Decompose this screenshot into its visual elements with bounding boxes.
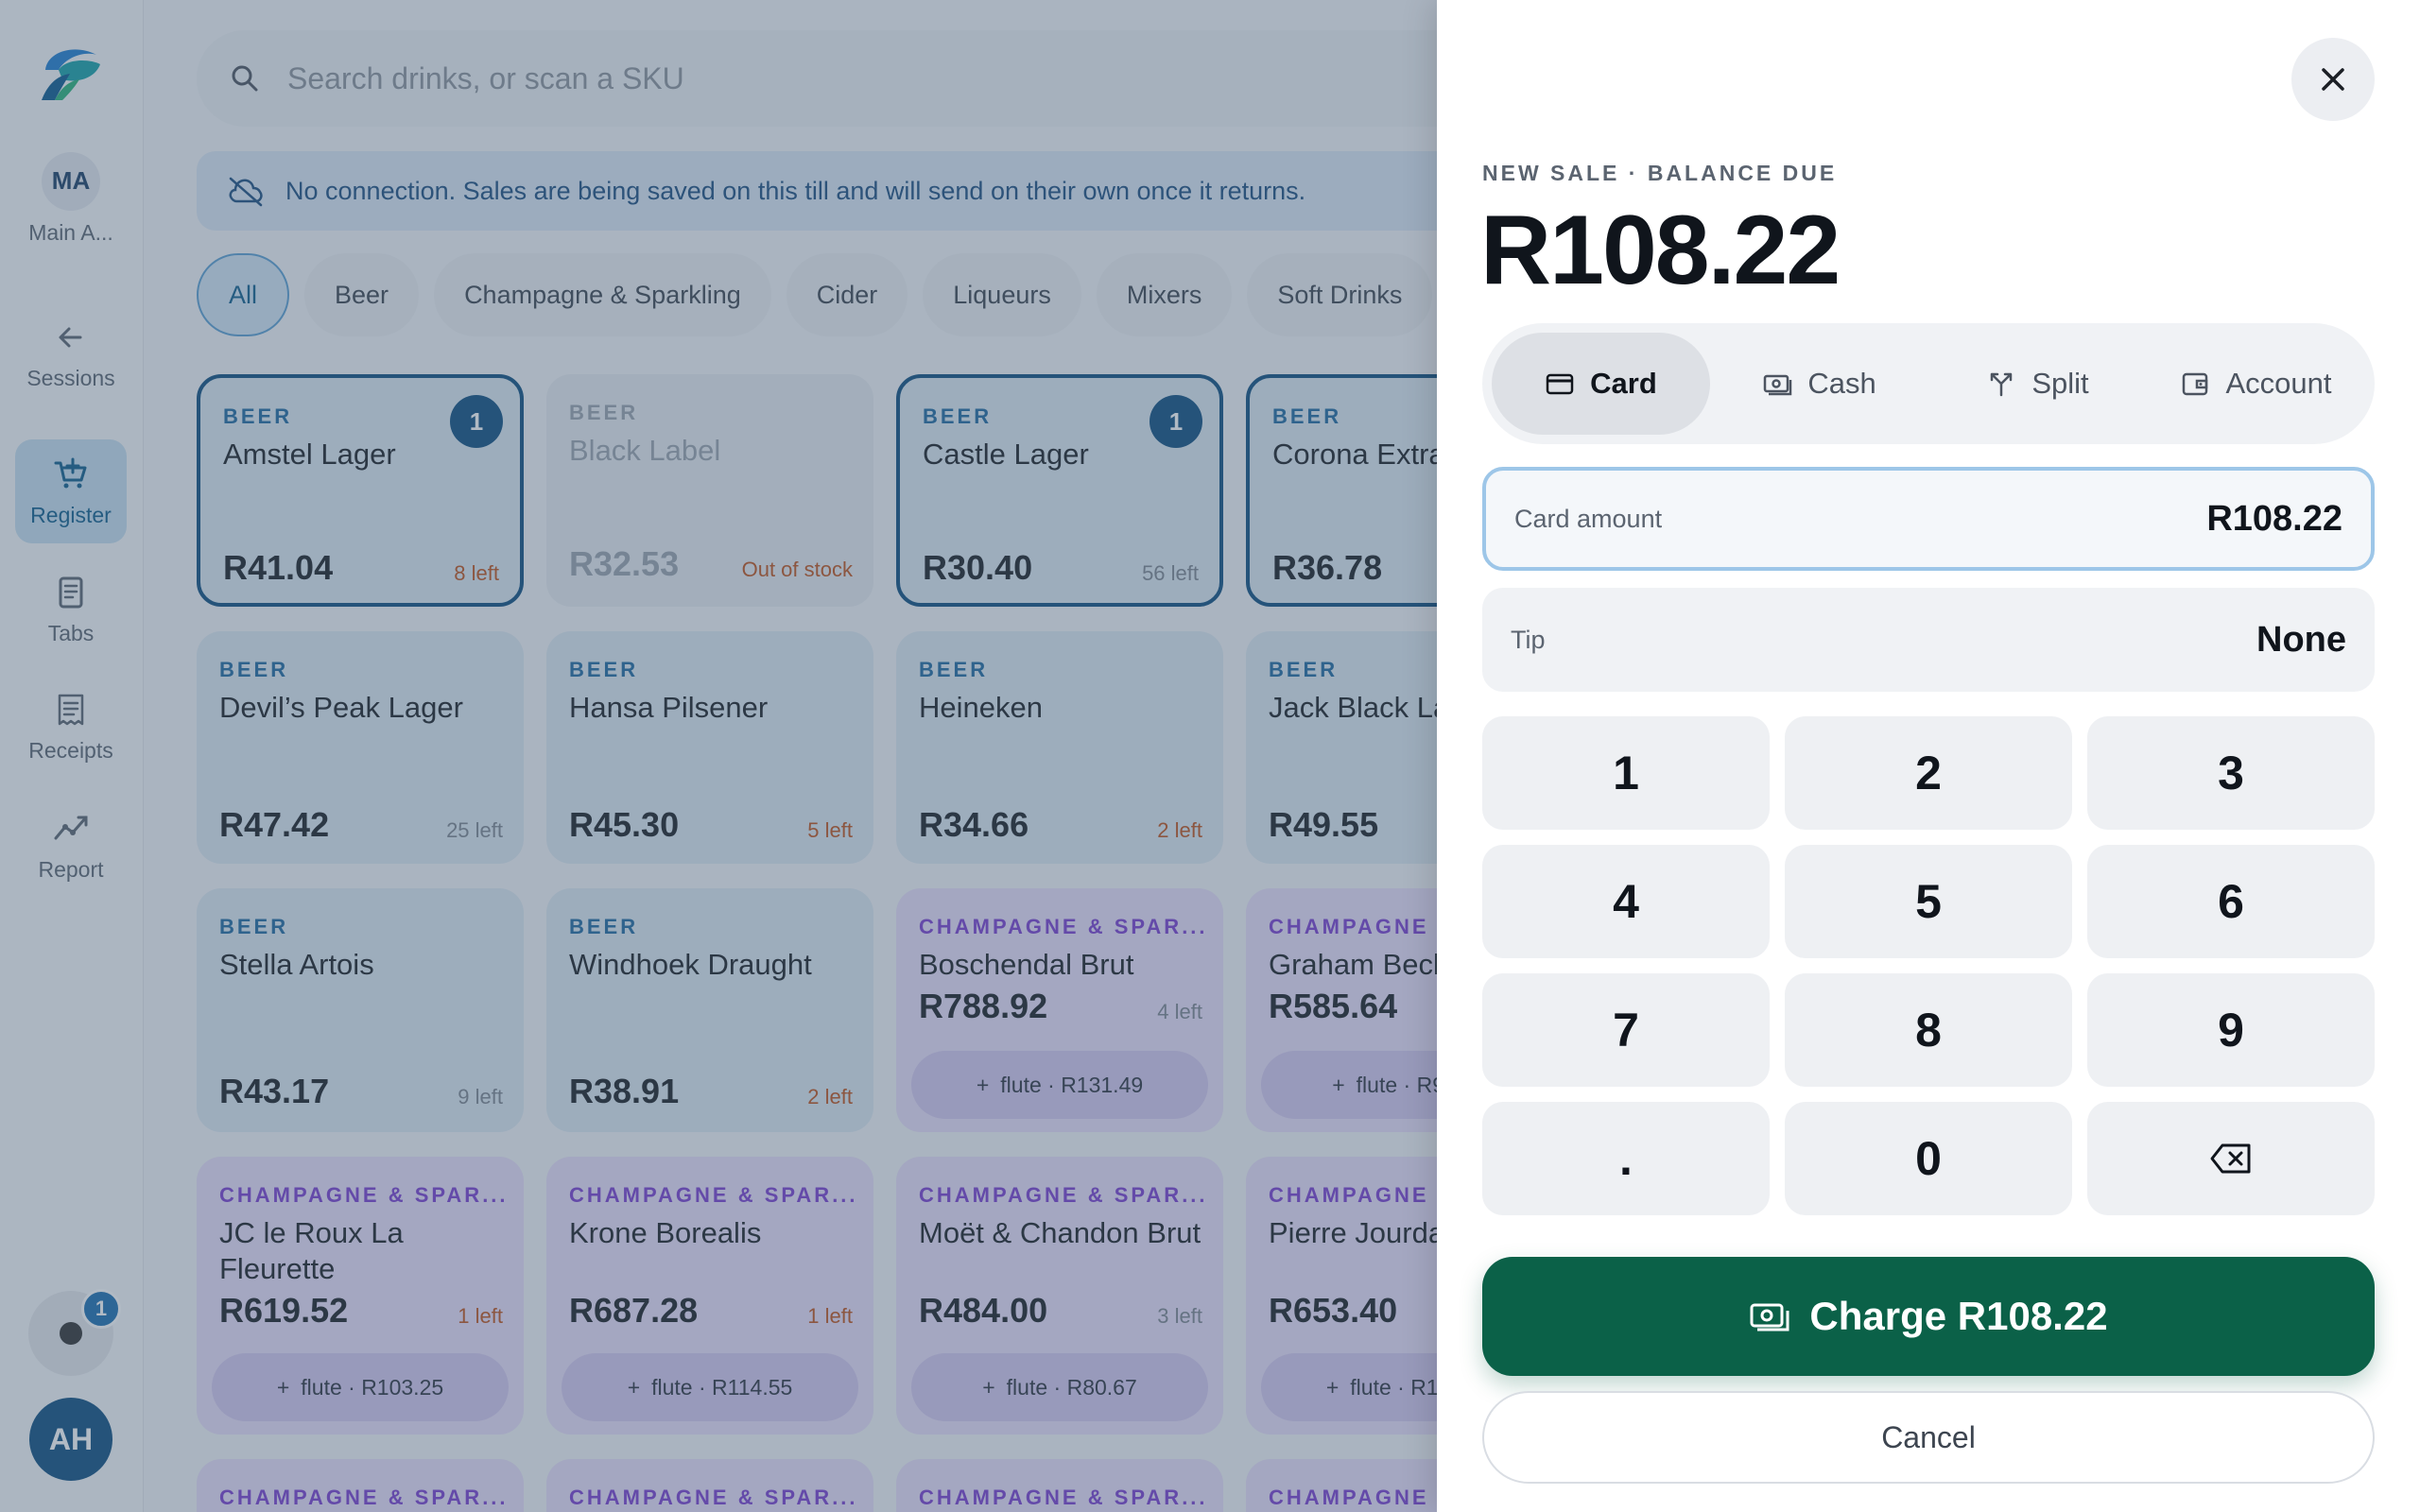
charge-button[interactable]: Charge R108.22 — [1482, 1257, 2375, 1376]
key-backspace[interactable] — [2087, 1102, 2375, 1215]
card-icon — [1546, 373, 1574, 395]
key-5[interactable]: 5 — [1785, 845, 2072, 958]
method-card-label: Card — [1590, 367, 1657, 400]
method-card[interactable]: Card — [1492, 333, 1710, 435]
charge-label: Charge R108.22 — [1809, 1294, 2108, 1338]
method-account[interactable]: Account — [2147, 333, 2365, 435]
balance-due-amount: R108.22 — [1480, 196, 1841, 305]
wallet-icon — [2183, 372, 2208, 396]
cancel-button[interactable]: Cancel — [1482, 1391, 2375, 1484]
method-account-label: Account — [2225, 367, 2332, 400]
card-amount-value: R108.22 — [2206, 498, 2342, 539]
close-button[interactable] — [2291, 38, 2375, 121]
method-split-label: Split — [2031, 367, 2089, 400]
tip-value: None — [2256, 619, 2346, 660]
method-cash-label: Cash — [1807, 367, 1876, 400]
cash-icon — [1764, 374, 1792, 396]
key-6[interactable]: 6 — [2087, 845, 2375, 958]
key-8[interactable]: 8 — [1785, 973, 2072, 1087]
method-cash[interactable]: Cash — [1710, 333, 1928, 435]
method-split[interactable]: Split — [1928, 333, 2147, 435]
key-3[interactable]: 3 — [2087, 716, 2375, 830]
backspace-icon — [2210, 1143, 2251, 1174]
key-9[interactable]: 9 — [2087, 973, 2375, 1087]
cash-icon — [1750, 1303, 1789, 1332]
balance-due-label: NEW SALE · BALANCE DUE — [1482, 161, 1838, 185]
key-1[interactable]: 1 — [1482, 716, 1770, 830]
split-icon — [1991, 372, 2013, 397]
key-decimal[interactable]: . — [1482, 1102, 1770, 1215]
key-2[interactable]: 2 — [1785, 716, 2072, 830]
payment-method-selector: Card Cash Split Account — [1482, 323, 2375, 444]
key-7[interactable]: 7 — [1482, 973, 1770, 1087]
card-amount-label: Card amount — [1514, 504, 1663, 533]
tip-label: Tip — [1511, 625, 1546, 654]
payment-panel: NEW SALE · BALANCE DUE R108.22 Card Cash… — [1437, 0, 2420, 1512]
close-icon — [2322, 68, 2344, 91]
modal-backdrop[interactable] — [0, 0, 1437, 1512]
key-4[interactable]: 4 — [1482, 845, 1770, 958]
key-0[interactable]: 0 — [1785, 1102, 2072, 1215]
tip-field[interactable]: Tip None — [1482, 588, 2375, 692]
numeric-keypad: 1 2 3 4 5 6 7 8 9 . 0 — [1482, 716, 2375, 1215]
card-amount-field[interactable]: Card amount R108.22 — [1482, 467, 2375, 571]
